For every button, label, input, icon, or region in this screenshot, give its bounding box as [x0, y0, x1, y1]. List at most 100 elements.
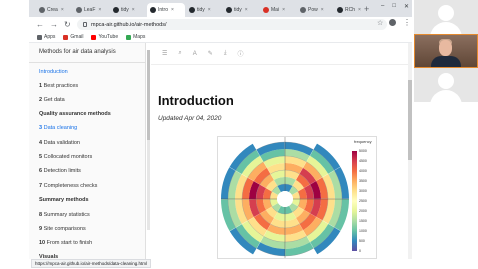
tab-label: Intro — [158, 7, 169, 13]
toc-sidebar: Methods for air data analysis Introducti… — [29, 43, 146, 259]
close-tab-icon[interactable]: × — [208, 7, 211, 13]
avatar-body — [430, 22, 462, 34]
toc-item-number: 4 — [39, 140, 43, 146]
toc-item[interactable]: Summary methods — [39, 197, 89, 203]
profile-icon[interactable] — [389, 19, 396, 26]
close-window-button[interactable]: ✕ — [404, 3, 409, 10]
browser-menu-icon[interactable]: ⋮ — [403, 18, 411, 27]
generic-icon — [300, 7, 306, 13]
toc-item-label: Site comparisons — [43, 226, 86, 232]
minimize-button[interactable]: – — [381, 3, 384, 10]
tab-7[interactable]: Pow × — [297, 3, 333, 17]
legend-color-bar — [352, 151, 357, 251]
search-icon[interactable]: ⌕ — [178, 50, 181, 57]
tab-6[interactable]: Mai × — [260, 3, 296, 17]
close-tab-icon[interactable]: × — [282, 7, 285, 13]
toc-item-label: Data cleaning — [43, 125, 78, 131]
avatar-head — [438, 5, 454, 21]
bookmark-icon — [91, 34, 97, 40]
sidebar-divider — [29, 62, 145, 63]
info-icon[interactable]: ⓘ — [237, 49, 243, 58]
content-toolbar: ☰ ⌕ A ✎ ⤓ ⓘ — [151, 43, 412, 65]
font-icon[interactable]: A — [193, 51, 197, 57]
toc-item[interactable]: 2 Get data — [39, 97, 65, 103]
bookmark-0[interactable]: Apps — [37, 34, 55, 40]
back-icon[interactable]: ← — [36, 20, 44, 29]
status-link-url: https://mpca-air.github.io/air-methods/d… — [31, 259, 152, 268]
toc-item[interactable]: 8 Summary statistics — [39, 212, 90, 218]
github-icon — [226, 7, 232, 13]
video-tile-participant-3[interactable] — [414, 68, 478, 102]
sidebar-scroll-thumb[interactable] — [147, 50, 150, 140]
reload-icon[interactable]: ↻ — [64, 20, 71, 29]
close-tab-icon[interactable]: × — [321, 7, 324, 13]
toc-item[interactable]: Quality assurance methods — [39, 111, 111, 117]
avatar-body — [430, 90, 462, 102]
download-icon[interactable]: ⤓ — [224, 50, 227, 57]
tab-5[interactable]: tidy × — [223, 3, 259, 17]
legend-tick-label: 3000 — [359, 189, 367, 193]
toc-item[interactable]: 4 Data validation — [39, 140, 80, 146]
book-title[interactable]: Methods for air data analysis — [39, 49, 116, 55]
close-tab-icon[interactable]: × — [61, 7, 64, 13]
github-icon — [337, 7, 343, 13]
tab-3[interactable]: Intro × — [147, 3, 185, 17]
toc-item[interactable]: Introduction — [39, 69, 68, 75]
github-icon — [150, 7, 156, 13]
browser-window: Crea × LeaF × tidy × Intro × tidy × tidy × Mai × Pow × R… — [29, 0, 412, 269]
toc-item-number: 7 — [39, 183, 43, 189]
close-tab-icon[interactable]: × — [132, 7, 135, 13]
bookmark-label: Maps — [133, 34, 146, 40]
toc-item[interactable]: 7 Completeness checks — [39, 183, 97, 189]
toc-item-label: Data validation — [43, 140, 80, 146]
menu-icon[interactable]: ☰ — [162, 50, 167, 57]
video-tile-participant-1[interactable] — [414, 0, 478, 34]
toc-item-label: Get data — [43, 97, 65, 103]
toc-item[interactable]: 9 Site comparisons — [39, 226, 86, 232]
toc-item[interactable]: 3 Data cleaning — [39, 125, 77, 131]
toc-item[interactable]: 5 Collocated monitors — [39, 154, 92, 160]
main-content: ☰ ⌕ A ✎ ⤓ ⓘ Introduction Updated Apr 04,… — [151, 43, 412, 259]
legend-tick-label: 2500 — [359, 199, 367, 203]
legend-tick-label: 2000 — [359, 209, 367, 213]
toc-item-number: 3 — [39, 125, 43, 131]
bookmark-label: Apps — [44, 34, 56, 40]
toc-item-label: Best practices — [43, 83, 79, 89]
bookmark-label: Gmail — [70, 34, 84, 40]
page-updated-date: Updated Apr 04, 2020 — [158, 115, 222, 122]
close-tab-icon[interactable]: × — [245, 7, 248, 13]
tab-label: Pow — [308, 7, 318, 13]
bookmark-label: YouTube — [98, 34, 119, 40]
close-tab-icon[interactable]: × — [171, 7, 174, 13]
bookmark-3[interactable]: Maps — [126, 34, 145, 40]
toc-item[interactable]: 1 Best practices — [39, 83, 78, 89]
bookmark-2[interactable]: YouTube — [91, 34, 118, 40]
screen: Crea × LeaF × tidy × Intro × tidy × tidy × Mai × Pow × R… — [0, 0, 478, 269]
bookmark-1[interactable]: Gmail — [63, 34, 83, 40]
close-tab-icon[interactable]: × — [358, 7, 361, 13]
generic-icon — [76, 7, 82, 13]
toc-item[interactable]: 10 From start to finish — [39, 240, 92, 246]
address-bar[interactable]: mpca-air.github.io/air-methods/ — [77, 19, 387, 30]
tab-2[interactable]: tidy × — [110, 3, 146, 17]
legend-tick-label: 1000 — [359, 229, 367, 233]
lock-icon — [83, 22, 87, 27]
tab-0[interactable]: Crea × — [36, 3, 72, 17]
close-tab-icon[interactable]: × — [98, 7, 101, 13]
maximize-button[interactable]: □ — [392, 3, 396, 10]
bookmark-star-icon[interactable]: ☆ — [377, 19, 383, 27]
toc-item-label: Summary methods — [39, 197, 89, 203]
new-tab-button[interactable]: + — [364, 4, 369, 14]
forward-icon[interactable]: → — [50, 20, 58, 29]
toc-item-number: 6 — [39, 168, 43, 174]
edit-icon[interactable]: ✎ — [208, 50, 213, 57]
toc-item[interactable]: 6 Detection limits — [39, 168, 81, 174]
tab-1[interactable]: LeaF × — [73, 3, 109, 17]
web-page: Methods for air data analysis Introducti… — [29, 43, 412, 259]
legend-tick-label: 500 — [359, 239, 365, 243]
tab-label: tidy — [197, 7, 205, 13]
page-scroll-thumb[interactable] — [408, 80, 412, 160]
toc-item-number: 1 — [39, 83, 43, 89]
tab-4[interactable]: tidy × — [186, 3, 222, 17]
avatar-head — [438, 73, 454, 89]
